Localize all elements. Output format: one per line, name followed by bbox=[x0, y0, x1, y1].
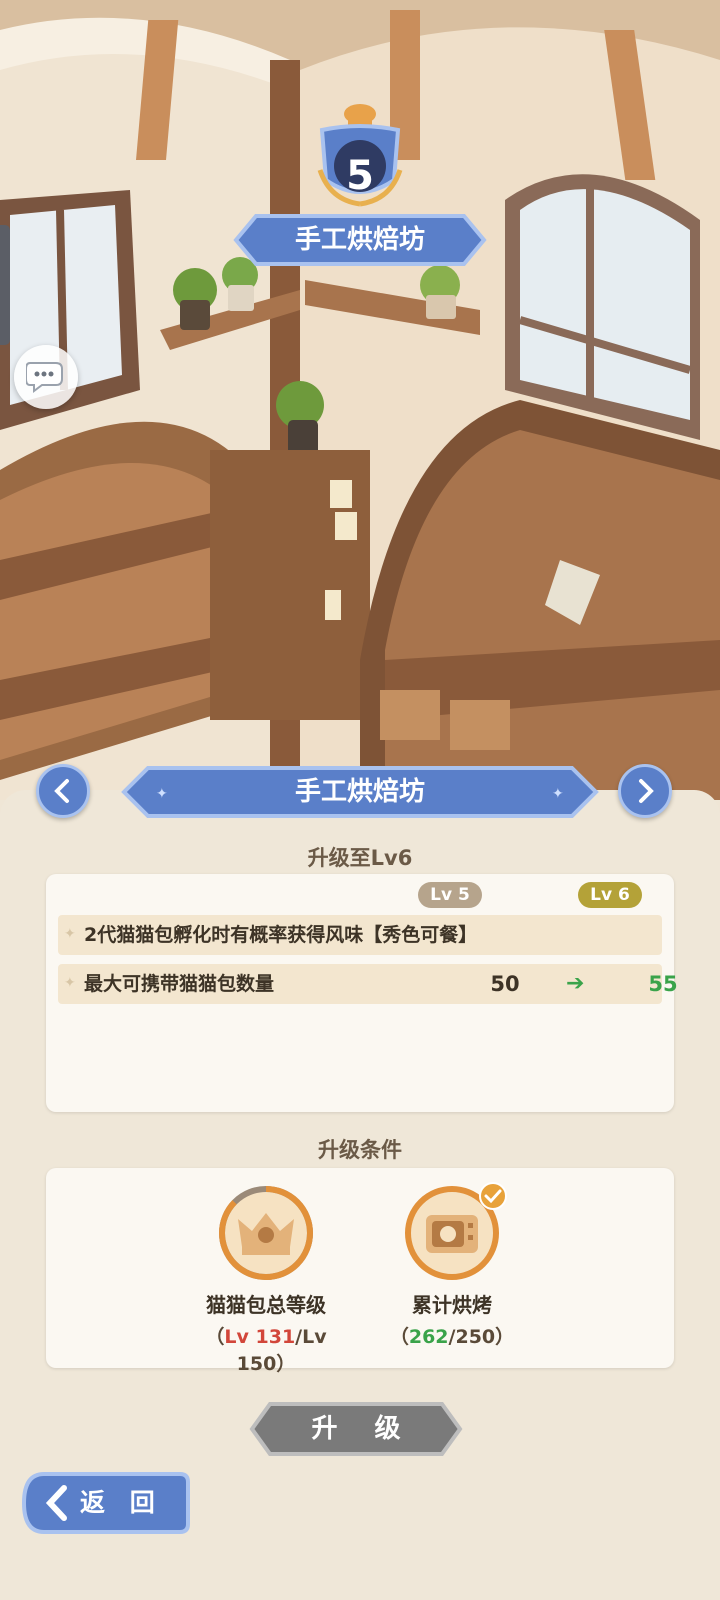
condition-total-level[interactable]: 猫猫包总等级 （Lv 131/Lv 150） bbox=[176, 1185, 356, 1376]
conditions-card bbox=[46, 1168, 674, 1368]
crown-icon bbox=[219, 1186, 313, 1280]
building-name-top: 手工烘焙坊 bbox=[294, 225, 425, 255]
side-drawer-handle[interactable] bbox=[0, 225, 10, 345]
chevron-left-icon bbox=[54, 779, 69, 803]
arrow-right-icon: ➔ bbox=[566, 971, 585, 996]
sparkle-icon: ✦ bbox=[64, 975, 76, 991]
effect-text: 最大可携带猫猫包数量 bbox=[84, 973, 275, 995]
chevron-right-icon bbox=[639, 779, 654, 803]
back-button[interactable]: 返 回 bbox=[80, 1468, 163, 1538]
effect-text: 2代猫猫包孵化时有概率获得风味【秀色可餐】 bbox=[84, 924, 478, 946]
effect-row: ✦ 最大可携带猫猫包数量 50 ➔ 55 bbox=[58, 964, 678, 1004]
condition-total-baking[interactable]: 累计烘烤 （262/250） bbox=[362, 1182, 542, 1349]
check-icon bbox=[479, 1182, 507, 1210]
condition-name: 猫猫包总等级 bbox=[206, 1293, 326, 1317]
prev-building-button[interactable] bbox=[36, 764, 90, 818]
panel-title: 手工烘焙坊 bbox=[294, 777, 425, 807]
chat-bubble-icon bbox=[26, 362, 63, 393]
building-level: 5 bbox=[346, 153, 374, 199]
upgrade-button[interactable]: 升 级 bbox=[248, 1400, 464, 1458]
effect-old-value: 50 bbox=[490, 972, 520, 996]
upgrade-target-title: 升级至Lv6 bbox=[307, 846, 413, 870]
next-level-pill: Lv 6 bbox=[578, 882, 642, 908]
effect-row: ✦ 2代猫猫包孵化时有概率获得风味【秀色可餐】 bbox=[58, 915, 662, 955]
next-building-button[interactable] bbox=[618, 764, 672, 818]
conditions-title: 升级条件 bbox=[318, 1138, 402, 1162]
condition-name: 累计烘烤 bbox=[412, 1293, 492, 1317]
chat-button[interactable] bbox=[14, 345, 78, 409]
condition-progress: （262/250） bbox=[389, 1326, 515, 1348]
condition-progress: （Lv 131/Lv 150） bbox=[205, 1326, 327, 1375]
current-level-pill: Lv 5 bbox=[418, 882, 482, 908]
effect-new-value: 55 bbox=[648, 972, 678, 996]
sparkle-icon: ✦ bbox=[64, 926, 76, 942]
